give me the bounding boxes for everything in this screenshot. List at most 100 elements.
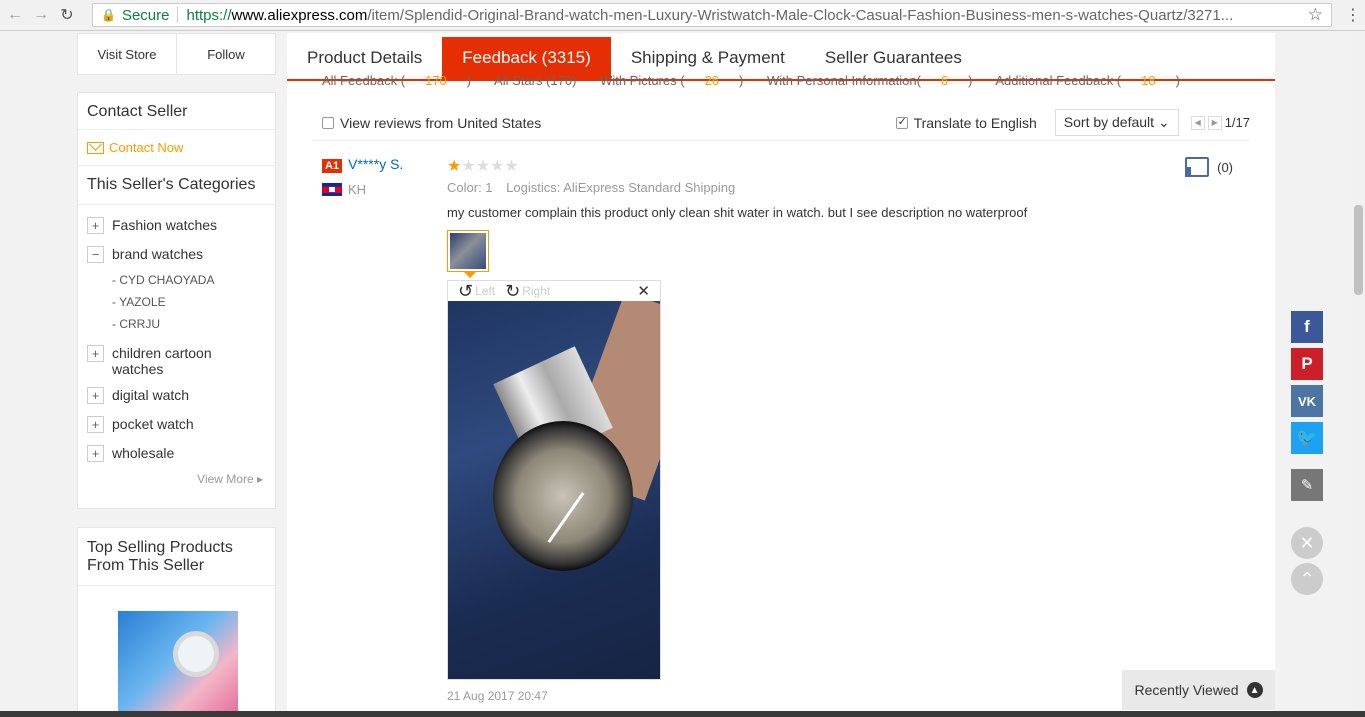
rotate-left-icon[interactable]: ↺ [458,281,473,302]
visit-store-button[interactable]: Visit Store [78,34,176,74]
view-more-label: View More [197,472,254,486]
browser-menu-icon[interactable]: ⋮ [1345,5,1361,25]
expand-icon[interactable]: + [87,345,104,362]
filter-all-feedback[interactable]: All Feedback (170) [322,73,471,88]
category-label[interactable]: pocket watch [112,416,194,432]
forward-icon[interactable]: → [30,4,52,26]
product-image[interactable] [118,611,238,717]
translate-label: Translate to English [913,114,1037,131]
translate-checkbox[interactable] [895,115,908,129]
filter-personal-info[interactable]: With Personal Information(6) [767,73,972,88]
buyer-level-badge: A1 [322,159,343,173]
filter-count: 170 [425,73,447,88]
photo-viewer: ↺ Left ↻ Right ✕ [447,280,661,680]
review-date: 21 Aug 2017 20:47 [447,689,548,703]
category-item[interactable]: + pocket watch [78,412,275,437]
expand-icon[interactable]: + [87,387,104,404]
filter-label: Additional Feedback ( [995,73,1122,88]
view-us-checkbox[interactable] [322,116,334,129]
next-page-icon[interactable]: ▶ [1207,115,1222,130]
expand-icon[interactable]: + [87,217,104,234]
thumbnail-image [450,233,486,269]
filter-all-stars[interactable]: All Stars (170) [494,73,576,88]
category-label[interactable]: wholesale [112,445,174,461]
vk-icon[interactable]: VK [1291,385,1323,417]
expand-icon[interactable]: + [87,416,104,433]
sort-label: Sort by default [1063,114,1155,130]
filter-count: 26 [704,73,720,88]
close-icon[interactable]: ✕ [637,282,650,300]
category-item[interactable]: − brand watches [78,242,275,267]
collapse-icon[interactable]: − [87,246,104,263]
lock-icon: 🔒 [101,8,116,22]
bookmark-star-icon[interactable]: ☆ [1308,5,1323,25]
address-bar[interactable]: 🔒 Secure https:// www.aliexpress.com /it… [92,3,1332,27]
thumbs-up-icon [1185,157,1210,177]
review-body: ★★★★★ Color: 1 Logistics: AliExpress Sta… [447,156,1207,278]
subcategory-item[interactable]: - CRRJU [78,313,275,335]
back-to-top-icon[interactable]: ⌃ [1291,563,1323,595]
sort-select[interactable]: Sort by default ⌄ [1054,109,1179,136]
helpful-button[interactable]: (0) [1185,157,1233,177]
subcategory-item[interactable]: - CYD CHAOYADA [78,269,275,291]
back-icon[interactable]: ← [4,4,26,26]
top-selling-panel: Top Selling Products From This Seller [77,527,276,717]
url-scheme: https:// [186,6,232,24]
star-icon: ★ [504,158,519,175]
envelope-icon [87,141,104,154]
filter-count: 6 [940,73,949,88]
reviewer-name[interactable]: V****y S. [348,156,403,172]
rotate-right-label[interactable]: Right [522,284,550,298]
viewer-toolbar: ↺ Left ↻ Right ✕ [448,281,660,301]
rotate-left-label[interactable]: Left [475,284,495,298]
reviewer-country: KH [322,182,403,197]
filter-count: 18 [1141,73,1156,88]
page-scrollbar[interactable] [1352,33,1365,711]
category-item[interactable]: + children cartoon watches [78,341,275,381]
caret-right-icon: ▸ [256,472,263,486]
close-circle-icon[interactable]: ✕ [1291,527,1323,559]
prev-page-icon[interactable]: ◀ [1190,115,1205,130]
filter-with-pictures[interactable]: With Pictures (26) [600,73,743,88]
contact-now-link[interactable]: Contact Now [78,130,275,166]
pinterest-icon[interactable]: P [1291,348,1323,380]
category-item[interactable]: + wholesale [78,441,275,466]
recently-viewed-label: Recently Viewed [1134,682,1239,698]
star-icon: ★ [490,158,505,175]
subcategory-item[interactable]: - YAZOLE [78,291,275,313]
review-photo-thumbnail[interactable] [447,230,489,278]
view-us-label: View reviews from United States [340,114,542,131]
filter-additional[interactable]: Additional Feedback (18) [995,73,1180,88]
category-item[interactable]: + digital watch [78,383,275,408]
facebook-icon[interactable]: f [1291,311,1323,343]
watch-face-shape [493,421,633,571]
pencil-icon[interactable]: ✎ [1291,469,1323,501]
country-code: KH [348,182,367,197]
category-item[interactable]: + Fashion watches [78,213,275,238]
secure-label: Secure [121,6,170,24]
filter-label: With Pictures ( [600,73,685,88]
star-icon: ★ [475,158,491,175]
divider [177,7,179,23]
reload-icon[interactable]: ↻ [56,4,78,26]
view-more-link[interactable]: View More ▸ [78,466,275,494]
review-meta: Color: 1 Logistics: AliExpress Standard … [447,180,1207,195]
follow-button[interactable]: Follow [176,34,275,74]
recently-viewed-button[interactable]: Recently Viewed ▲ [1122,670,1275,710]
url-path: /item/Splendid-Original-Brand-watch-men-… [367,6,1234,24]
page-indicator: 1/17 [1224,115,1250,130]
category-label[interactable]: digital watch [112,387,189,403]
star-icon: ★ [461,158,476,175]
feedback-filters: All Feedback (170) All Stars (170) With … [322,73,1242,89]
category-label[interactable]: brand watches [112,246,203,262]
rotate-right-icon[interactable]: ↻ [505,281,520,302]
scrollbar-thumb[interactable] [1354,205,1363,295]
seller-panel: Contact Seller Contact Now This Seller's… [77,92,276,509]
star-rating: ★★★★★ [447,156,1207,176]
category-label[interactable]: Fashion watches [112,217,217,233]
category-label[interactable]: children cartoon watches [112,345,232,377]
twitter-icon[interactable]: 🐦 [1291,422,1323,454]
cambodia-flag-icon [322,183,342,196]
expand-icon[interactable]: + [87,445,104,462]
url-host: www.aliexpress.com [231,6,368,24]
